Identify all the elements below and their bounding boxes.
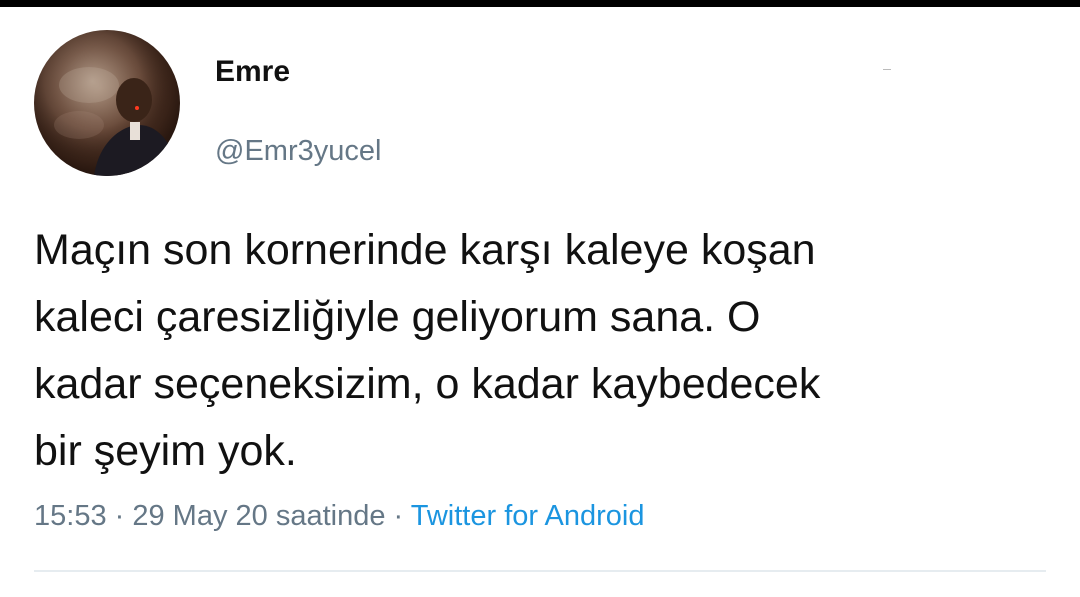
tweet-date[interactable]: 29 May 20 saatinde: [132, 500, 385, 532]
tweet-metadata: 15:53 · 29 May 20 saatinde · Twitter for…: [34, 497, 644, 535]
tweet-text: Maçın son kornerinde karşı kaleye koşan …: [34, 226, 821, 475]
user-handle[interactable]: @Emr3yucel: [215, 132, 381, 170]
avatar-photo-icon: [34, 30, 180, 176]
status-bar-edge: [0, 0, 1080, 7]
display-name[interactable]: Emre: [215, 52, 381, 92]
user-info: Emre @Emr3yucel: [215, 52, 381, 170]
tweet-time[interactable]: 15:53: [34, 500, 107, 532]
meta-separator: ·: [385, 500, 411, 532]
meta-separator: ·: [106, 500, 133, 532]
image-artifact: [883, 69, 891, 70]
divider: [34, 570, 1046, 572]
avatar[interactable]: [34, 30, 180, 176]
tweet-source-link[interactable]: Twitter for Android: [411, 500, 645, 532]
